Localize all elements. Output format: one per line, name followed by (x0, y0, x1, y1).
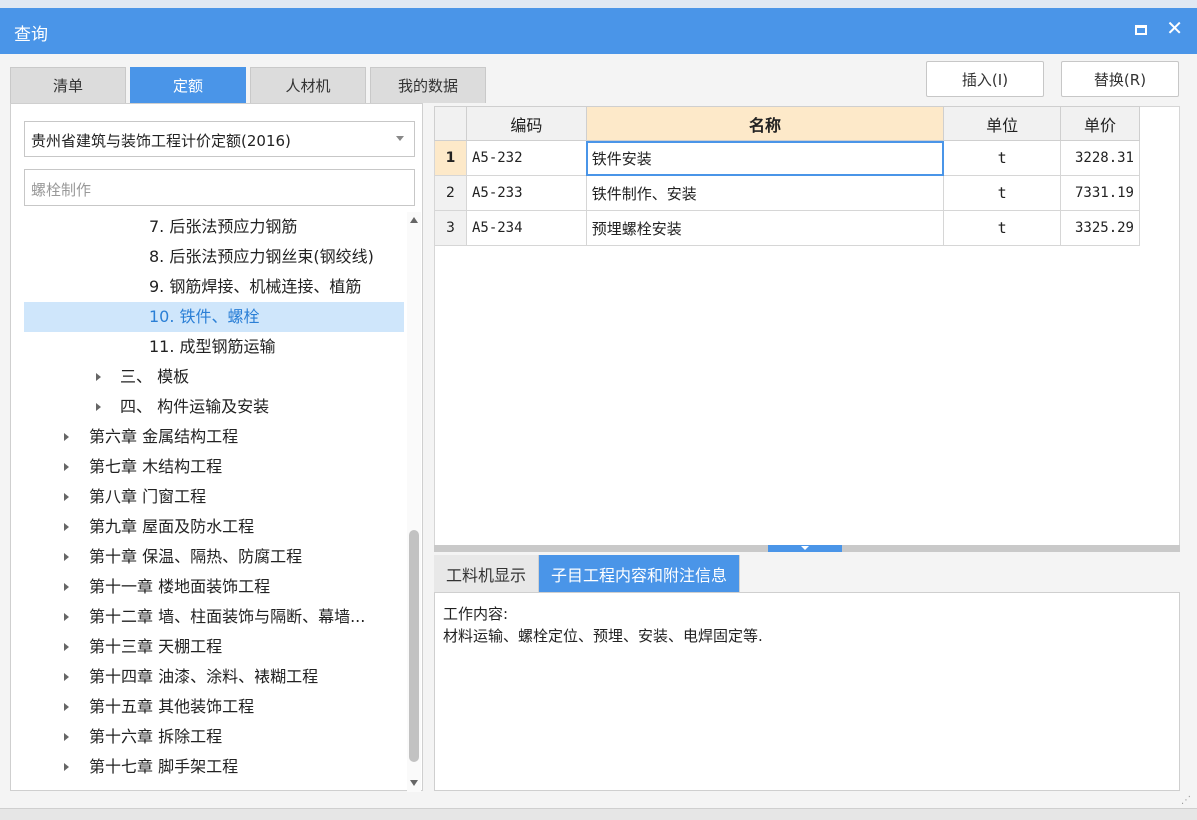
chapter-tree: 7. 后张法预应力钢筋 8. 后张法预应力钢丝束(钢绞线) 9. 钢筋焊接、机械… (24, 212, 404, 792)
tree-item[interactable]: 三、 模板 (24, 362, 404, 392)
tree-item[interactable]: 第十章 保温、隔热、防腐工程 (24, 542, 404, 572)
cell-code[interactable]: A5-232 (465, 140, 587, 176)
result-grid: 编码 名称 单位 单价 1 A5-232 铁件安装 t 3228.31 2 A5… (434, 106, 1141, 246)
column-header-name[interactable]: 名称 (585, 106, 945, 141)
expand-arrow-icon[interactable] (64, 523, 69, 531)
select-value: 贵州省建筑与装饰工程计价定额(2016) (31, 132, 291, 150)
background-strip-bottom (0, 808, 1197, 820)
expand-arrow-icon[interactable] (64, 763, 69, 771)
cell-price[interactable]: 3325.29 (1059, 210, 1141, 246)
tree-item[interactable]: 第九章 屋面及防水工程 (24, 512, 404, 542)
tree-scrollbar[interactable] (407, 212, 421, 792)
search-input[interactable]: 螺栓制作 (24, 169, 415, 206)
row-number: 2 (434, 175, 467, 211)
cell-unit[interactable]: t (943, 140, 1061, 176)
work-content-text: 材料运输、螺栓定位、预埋、安装、电焊固定等. (443, 627, 763, 645)
cell-name[interactable]: 铁件制作、安装 (585, 175, 945, 211)
tab-work-content-notes[interactable]: 子目工程内容和附注信息 (539, 555, 741, 592)
tree-item[interactable]: 四、 构件运输及安装 (24, 392, 404, 422)
cell-code[interactable]: A5-234 (465, 210, 587, 246)
table-header-row: 编码 名称 单位 单价 (434, 106, 1141, 141)
expand-arrow-icon[interactable] (96, 403, 101, 411)
maximize-icon[interactable] (1133, 22, 1149, 38)
table-row[interactable]: 3 A5-234 预埋螺栓安装 t 3325.29 (434, 210, 1141, 246)
cell-price[interactable]: 3228.31 (1059, 140, 1141, 176)
cell-unit[interactable]: t (943, 210, 1061, 246)
expand-arrow-icon[interactable] (64, 643, 69, 651)
chevron-down-icon (396, 136, 404, 141)
scroll-down-icon[interactable] (410, 780, 418, 786)
cell-unit[interactable]: t (943, 175, 1061, 211)
window-title: 查询 (14, 25, 48, 45)
expand-arrow-icon[interactable] (64, 553, 69, 561)
chevron-down-icon (801, 546, 809, 550)
row-number-header (434, 106, 467, 141)
query-dialog: 查询 ✕ 清单 定额 人材机 我的数据 插入(I) 替换(R) 贵州省建筑与装饰… (0, 0, 1197, 820)
scroll-up-icon[interactable] (410, 217, 418, 223)
main-tabs: 清单 定额 人材机 我的数据 (10, 67, 490, 103)
tree-item[interactable]: 第十四章 油漆、涂料、裱糊工程 (24, 662, 404, 692)
cell-name[interactable]: 预埋螺栓安装 (585, 210, 945, 246)
insert-button[interactable]: 插入(I) (926, 61, 1044, 97)
result-table: 编码 名称 单位 单价 1 A5-232 铁件安装 t 3228.31 2 A5… (434, 106, 1141, 246)
table-row[interactable]: 1 A5-232 铁件安装 t 3228.31 (434, 140, 1141, 176)
tree-item[interactable]: 第十七章 脚手架工程 (24, 752, 404, 782)
tab-labor-material-machine[interactable]: 人材机 (250, 67, 366, 103)
quota-library-select[interactable]: 贵州省建筑与装饰工程计价定额(2016) (24, 121, 415, 157)
tree-item[interactable]: 第十二章 墙、柱面装饰与隔断、幕墙... (24, 602, 404, 632)
column-header-unit[interactable]: 单位 (943, 106, 1061, 141)
left-panel: 贵州省建筑与装饰工程计价定额(2016) 螺栓制作 7. 后张法预应力钢筋 8.… (10, 103, 423, 792)
background-strip (0, 0, 1197, 8)
tab-labor-material-display[interactable]: 工料机显示 (434, 555, 540, 592)
expand-arrow-icon[interactable] (64, 673, 69, 681)
tab-quota[interactable]: 定额 (130, 67, 246, 103)
row-number: 3 (434, 210, 467, 246)
close-icon[interactable]: ✕ (1166, 18, 1183, 38)
expand-arrow-icon[interactable] (64, 613, 69, 621)
work-content-panel: 工作内容: 材料运输、螺栓定位、预埋、安装、电焊固定等. (434, 592, 1180, 791)
tree-item[interactable]: 11. 成型钢筋运输 (24, 332, 404, 362)
panel-splitter[interactable] (434, 545, 1180, 552)
expand-arrow-icon[interactable] (96, 373, 101, 381)
expand-arrow-icon[interactable] (64, 583, 69, 591)
column-header-code[interactable]: 编码 (465, 106, 587, 141)
tree-item[interactable]: 7. 后张法预应力钢筋 (24, 212, 404, 242)
tree-item[interactable]: 8. 后张法预应力钢丝束(钢绞线) (24, 242, 404, 272)
cell-name[interactable]: 铁件安装 (585, 140, 945, 176)
tree-item[interactable]: 第十六章 拆除工程 (24, 722, 404, 752)
table-row[interactable]: 2 A5-233 铁件制作、安装 t 7331.19 (434, 175, 1141, 211)
row-number: 1 (434, 140, 467, 176)
tree-item[interactable]: 9. 钢筋焊接、机械连接、植筋 (24, 272, 404, 302)
scrollbar-thumb[interactable] (409, 530, 419, 762)
splitter-collapse-handle[interactable] (768, 545, 842, 552)
title-bar[interactable]: 查询 ✕ (0, 8, 1197, 54)
resize-grip-icon[interactable]: ⋰ (1181, 795, 1191, 806)
tab-my-data[interactable]: 我的数据 (370, 67, 486, 103)
expand-arrow-icon[interactable] (64, 433, 69, 441)
column-header-price[interactable]: 单价 (1059, 106, 1141, 141)
tree-item[interactable]: 第十三章 天棚工程 (24, 632, 404, 662)
replace-button[interactable]: 替换(R) (1061, 61, 1179, 97)
tree-item-selected[interactable]: 10. 铁件、螺栓 (24, 302, 404, 332)
detail-tabs: 工料机显示 子目工程内容和附注信息 (434, 555, 741, 592)
expand-arrow-icon[interactable] (64, 733, 69, 741)
cell-code[interactable]: A5-233 (465, 175, 587, 211)
work-content-heading: 工作内容: (443, 605, 509, 623)
tree-item[interactable]: 第十五章 其他装饰工程 (24, 692, 404, 722)
tree-item[interactable]: 第八章 门窗工程 (24, 482, 404, 512)
expand-arrow-icon[interactable] (64, 493, 69, 501)
expand-arrow-icon[interactable] (64, 703, 69, 711)
tab-list[interactable]: 清单 (10, 67, 126, 103)
tree-item[interactable]: 第十一章 楼地面装饰工程 (24, 572, 404, 602)
tree-item[interactable]: 第七章 木结构工程 (24, 452, 404, 482)
cell-price[interactable]: 7331.19 (1059, 175, 1141, 211)
tree-item[interactable]: 第六章 金属结构工程 (24, 422, 404, 452)
expand-arrow-icon[interactable] (64, 463, 69, 471)
